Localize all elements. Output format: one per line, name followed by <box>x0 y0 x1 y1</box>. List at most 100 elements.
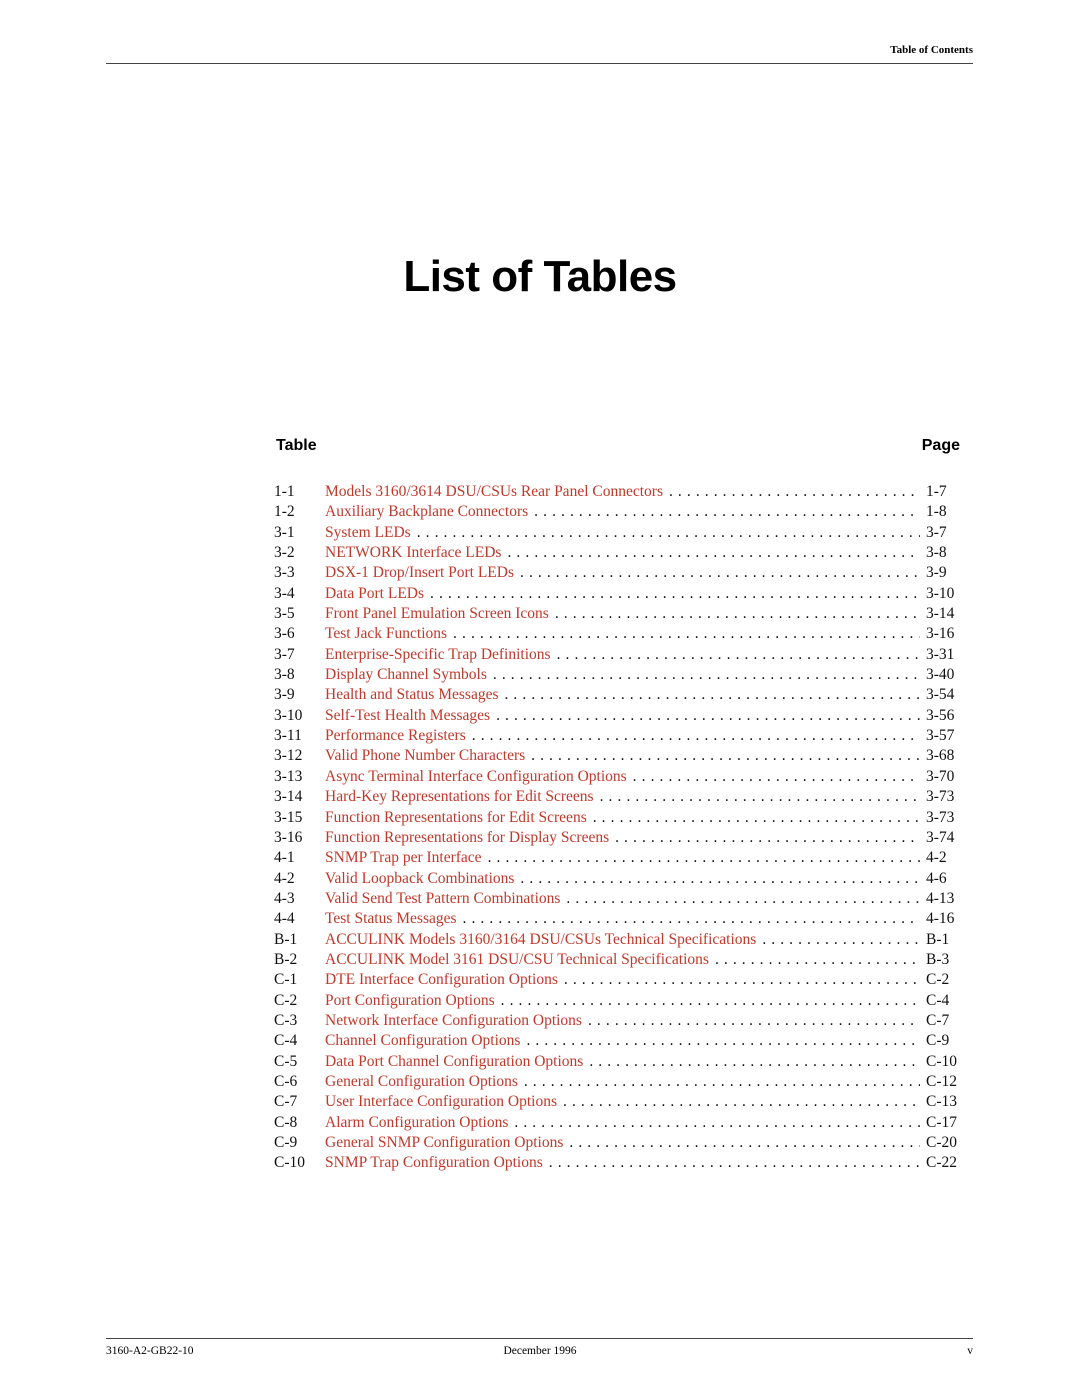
table-title-link[interactable]: Valid Loopback Combinations <box>325 869 520 889</box>
table-title-link[interactable]: Performance Registers <box>325 726 472 746</box>
dot-leader <box>563 1092 920 1112</box>
table-title-link[interactable]: NETWORK Interface LEDs <box>325 543 507 563</box>
header-rule <box>106 63 973 64</box>
table-title-link[interactable]: User Interface Configuration Options <box>325 1092 563 1112</box>
toc-entry: 3-1 System LEDs 3-7 <box>274 523 958 543</box>
table-number: 3-16 <box>274 828 303 846</box>
page-number: 3-70 <box>926 767 955 785</box>
page-number: C-4 <box>926 991 950 1009</box>
page-number: 1-8 <box>926 503 947 521</box>
toc-entry: C-5 Data Port Channel Configuration Opti… <box>274 1052 958 1072</box>
dot-leader <box>417 523 920 543</box>
table-title-link[interactable]: Alarm Configuration Options <box>325 1113 514 1133</box>
footer-rule <box>106 1338 973 1339</box>
page-number: C-9 <box>926 1032 950 1050</box>
toc-entry: 4-2 Valid Loopback Combinations 4-6 <box>274 869 958 889</box>
table-number: 3-5 <box>274 605 295 623</box>
table-title-link[interactable]: Valid Send Test Pattern Combinations <box>325 889 566 909</box>
dot-leader <box>472 726 920 746</box>
page-number: 3-68 <box>926 747 955 765</box>
toc-entry: 3-7 Enterprise-Specific Trap Definitions… <box>274 645 958 665</box>
table-number: 3-1 <box>274 523 295 541</box>
table-title-link[interactable]: Function Representations for Display Scr… <box>325 828 615 848</box>
table-number: 3-10 <box>274 706 303 724</box>
table-number: 3-7 <box>274 645 295 663</box>
table-number: 3-3 <box>274 564 295 582</box>
toc-entry: 3-3 DSX-1 Drop/Insert Port LEDs 3-9 <box>274 563 958 583</box>
dot-leader <box>496 706 920 726</box>
toc-entry: 3-15 Function Representations for Edit S… <box>274 808 958 828</box>
dot-leader <box>534 502 920 522</box>
table-number: 1-1 <box>274 483 295 500</box>
table-title-link[interactable]: Data Port LEDs <box>325 584 430 604</box>
table-number: 3-9 <box>274 686 295 704</box>
table-title-link[interactable]: Valid Phone Number Characters <box>325 746 531 766</box>
toc-entry: C-7 User Interface Configuration Options… <box>274 1092 958 1112</box>
table-title-link[interactable]: Function Representations for Edit Screen… <box>325 808 593 828</box>
toc-entry: 3-8 Display Channel Symbols 3-40 <box>274 665 958 685</box>
table-title-link[interactable]: Front Panel Emulation Screen Icons <box>325 604 555 624</box>
table-title-link[interactable]: SNMP Trap Configuration Options <box>325 1153 549 1173</box>
toc-entry: 3-14 Hard-Key Representations for Edit S… <box>274 787 958 807</box>
table-number: C-1 <box>274 971 298 989</box>
toc-entry: C-10 SNMP Trap Configuration Options C-2… <box>274 1153 958 1173</box>
dot-leader <box>715 950 920 970</box>
toc-entry: 1-1 Models 3160/3614 DSU/CSUs Rear Panel… <box>274 482 958 502</box>
table-title-link[interactable]: General Configuration Options <box>325 1072 524 1092</box>
table-title-link[interactable]: Channel Configuration Options <box>325 1031 526 1051</box>
page-number: C-22 <box>926 1154 957 1172</box>
table-title-link[interactable]: Self-Test Health Messages <box>325 706 496 726</box>
table-number: C-8 <box>274 1113 298 1131</box>
table-title-link[interactable]: DTE Interface Configuration Options <box>325 970 564 990</box>
table-number: 3-8 <box>274 666 295 684</box>
column-header-page: Page <box>921 437 960 454</box>
table-number: 3-6 <box>274 625 295 643</box>
table-title-link[interactable]: Health and Status Messages <box>325 685 504 705</box>
toc-entry: C-1 DTE Interface Configuration Options … <box>274 970 958 990</box>
table-title-link[interactable]: Display Channel Symbols <box>325 665 493 685</box>
table-title-link[interactable]: Async Terminal Interface Configuration O… <box>325 767 633 787</box>
page-number: C-13 <box>926 1093 957 1111</box>
table-title-link[interactable]: ACCULINK Models 3160/3164 DSU/CSUs Techn… <box>325 930 762 950</box>
toc-entry: B-2 ACCULINK Model 3161 DSU/CSU Technica… <box>274 950 958 970</box>
table-title-link[interactable]: Test Jack Functions <box>325 624 453 644</box>
table-title-link[interactable]: Port Configuration Options <box>325 991 501 1011</box>
dot-leader <box>555 604 920 624</box>
table-title-link[interactable]: DSX-1 Drop/Insert Port LEDs <box>325 563 520 583</box>
dot-leader <box>507 543 920 563</box>
table-title-link[interactable]: Models 3160/3614 DSU/CSUs Rear Panel Con… <box>325 482 669 502</box>
page-number: 3-16 <box>926 625 955 643</box>
table-title-link[interactable]: Test Status Messages <box>325 909 463 929</box>
table-title-link[interactable]: ACCULINK Model 3161 DSU/CSU Technical Sp… <box>325 950 715 970</box>
table-title-link[interactable]: Data Port Channel Configuration Options <box>325 1052 589 1072</box>
table-number: C-7 <box>274 1093 298 1111</box>
toc-entry: 3-12 Valid Phone Number Characters 3-68 <box>274 746 958 766</box>
table-number: 1-2 <box>274 503 295 521</box>
page-number: 4-16 <box>926 910 955 928</box>
toc-entry: C-8 Alarm Configuration Options C-17 <box>274 1113 958 1133</box>
table-title-link[interactable]: Enterprise-Specific Trap Definitions <box>325 645 557 665</box>
table-number: 3-2 <box>274 544 295 562</box>
table-number: C-5 <box>274 1052 298 1070</box>
page-number: 3-7 <box>926 523 947 541</box>
page-number: 3-40 <box>926 666 955 684</box>
dot-leader <box>430 584 920 604</box>
dot-leader <box>493 665 920 685</box>
table-title-link[interactable]: Auxiliary Backplane Connectors <box>325 502 534 522</box>
table-title-link[interactable]: System LEDs <box>325 523 417 543</box>
table-title-link[interactable]: Hard-Key Representations for Edit Screen… <box>325 787 600 807</box>
dot-leader <box>669 482 920 502</box>
toc-entry: 1-2 Auxiliary Backplane Connectors 1-8 <box>274 502 958 522</box>
page-number: 3-31 <box>926 645 955 663</box>
dot-leader <box>514 1113 920 1133</box>
table-number: 4-1 <box>274 849 295 867</box>
page-number: 4-6 <box>926 869 947 887</box>
table-title-link[interactable]: SNMP Trap per Interface <box>325 848 488 868</box>
table-number: C-3 <box>274 1011 298 1029</box>
table-number: C-2 <box>274 991 298 1009</box>
table-title-link[interactable]: General SNMP Configuration Options <box>325 1133 569 1153</box>
page-number: B-1 <box>926 930 950 948</box>
table-number: C-10 <box>274 1154 305 1172</box>
dot-leader <box>615 828 920 848</box>
table-title-link[interactable]: Network Interface Configuration Options <box>325 1011 588 1031</box>
